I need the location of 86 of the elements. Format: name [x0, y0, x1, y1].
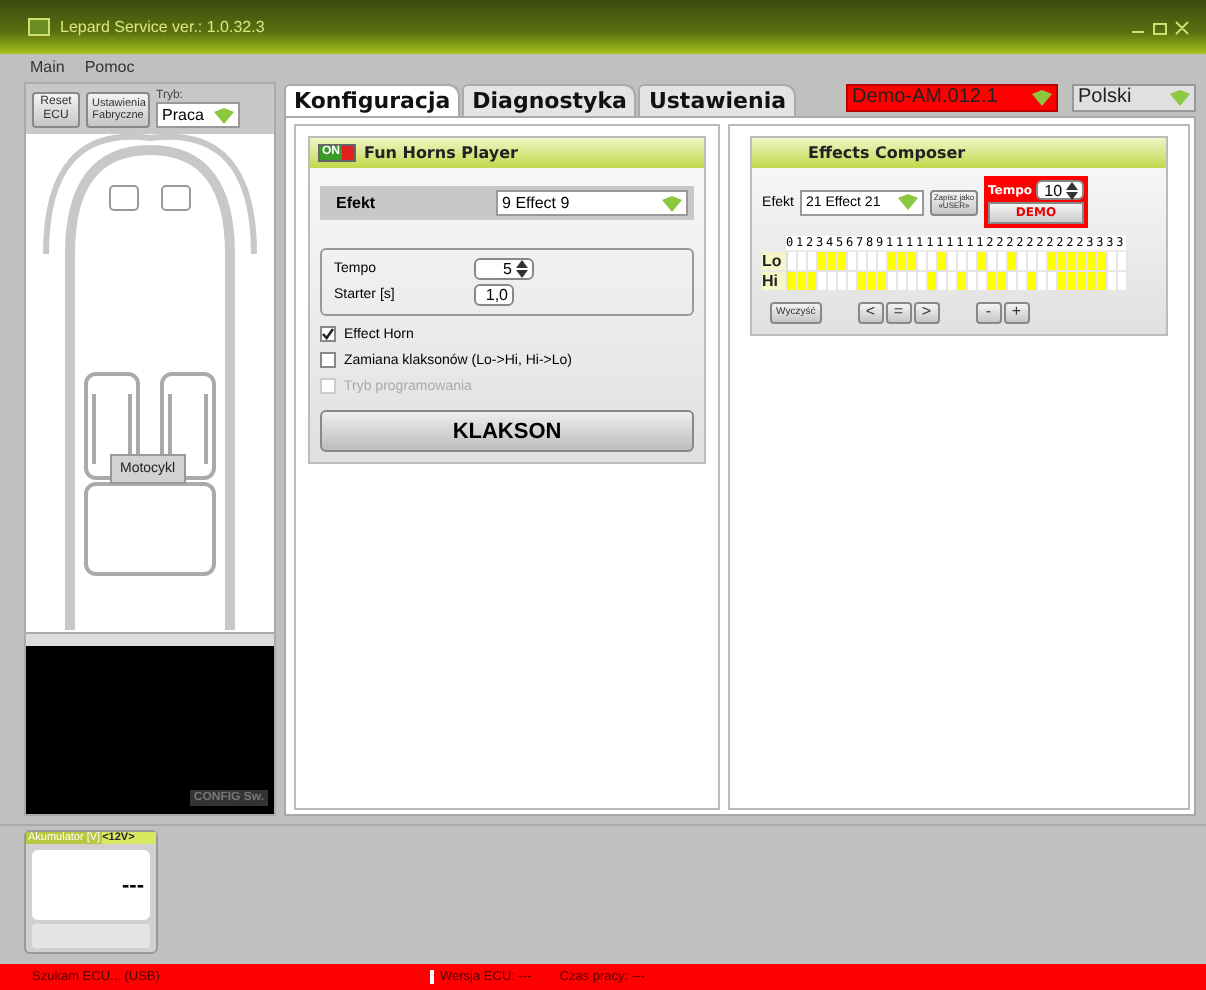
tempo-spinner[interactable]: 10: [1036, 180, 1085, 200]
step-cell[interactable]: [1088, 270, 1099, 290]
step-cell[interactable]: [1078, 252, 1089, 270]
step-button[interactable]: <: [857, 302, 884, 324]
step-cell[interactable]: [838, 270, 849, 290]
menu-item[interactable]: Pomoc: [84, 58, 135, 78]
step-cell[interactable]: [1058, 252, 1069, 270]
step-cell[interactable]: [1048, 252, 1059, 270]
battery-value: ---: [122, 873, 144, 897]
step-cell[interactable]: [978, 270, 989, 290]
panel-title: Fun Horns Player: [364, 144, 518, 162]
spinner-arrows-icon: [516, 260, 528, 278]
tab[interactable]: Diagnostyka: [462, 84, 637, 116]
step-cell[interactable]: [1028, 270, 1039, 290]
step-cell[interactable]: [818, 270, 829, 290]
step-cell[interactable]: [938, 252, 949, 270]
step-cell[interactable]: [888, 270, 899, 290]
dropdown-caret-icon: [1170, 89, 1190, 105]
step-button[interactable]: -: [975, 302, 1002, 324]
step-cell[interactable]: [878, 270, 889, 290]
step-cell[interactable]: [1098, 270, 1109, 290]
menu-item[interactable]: Main: [30, 58, 65, 78]
step-cell[interactable]: [1068, 252, 1079, 270]
step-cell[interactable]: [948, 270, 959, 290]
tab[interactable]: Ustawienia: [638, 84, 797, 116]
step-cell[interactable]: [788, 270, 799, 290]
step-cell[interactable]: [1068, 270, 1079, 290]
effect-label: Efekt: [336, 194, 376, 212]
step-cell[interactable]: [1058, 270, 1069, 290]
step-cell[interactable]: [1078, 270, 1089, 290]
window-controls-icon: [1130, 19, 1190, 35]
step-cell[interactable]: [898, 270, 909, 290]
step-cell[interactable]: [908, 270, 919, 290]
step-cell[interactable]: [998, 270, 1009, 290]
step-cell[interactable]: [1048, 270, 1059, 290]
checkbox[interactable]: [320, 352, 336, 368]
step-cell[interactable]: [988, 270, 999, 290]
effect-dropdown[interactable]: 9 Effect 9: [496, 190, 689, 216]
step-cell[interactable]: [1008, 270, 1019, 290]
dropdown-caret-icon: [214, 107, 234, 123]
device-dropdown[interactable]: Demo-AM.012.1: [846, 83, 1058, 111]
step-cell[interactable]: [1088, 252, 1099, 270]
step-cell[interactable]: [1098, 252, 1109, 270]
tab[interactable]: Konfiguracja: [284, 84, 461, 116]
step-cell[interactable]: [938, 270, 949, 290]
mode-dropdown[interactable]: Praca: [156, 102, 240, 128]
step-cell[interactable]: [818, 252, 829, 270]
step-button[interactable]: =: [885, 302, 912, 324]
step-cell[interactable]: [908, 252, 919, 270]
step-cell[interactable]: [958, 270, 969, 290]
step-cell[interactable]: [838, 252, 849, 270]
row-label: Hi: [762, 271, 787, 289]
horn-button[interactable]: KLAKSON: [320, 410, 695, 452]
tempo-spinner[interactable]: 5: [474, 258, 534, 280]
step-cell[interactable]: [978, 252, 989, 270]
dropdown-caret-icon: [1032, 89, 1052, 105]
panel-title: Effects Composer: [808, 144, 966, 162]
step-cell[interactable]: [848, 270, 859, 290]
language-dropdown[interactable]: Polski: [1072, 83, 1196, 111]
step-button[interactable]: +: [1003, 302, 1030, 324]
step-cell[interactable]: [888, 252, 899, 270]
spinner-arrows-icon: [1066, 181, 1079, 199]
step-cell[interactable]: [808, 270, 819, 290]
step-cell[interactable]: [968, 270, 979, 290]
app-icon: [28, 18, 50, 36]
dropdown-caret-icon: [662, 195, 683, 211]
step-cell[interactable]: [798, 270, 809, 290]
step-cell[interactable]: [868, 270, 879, 290]
step-cell[interactable]: [928, 270, 939, 290]
window-title: Lepard Service ver.: 1.0.32.3: [60, 18, 267, 36]
starter-field[interactable]: 1,0: [474, 284, 514, 306]
row-label: Lo: [762, 252, 787, 270]
step-button[interactable]: >: [913, 302, 940, 324]
step-cell[interactable]: [828, 252, 839, 270]
checkbox[interactable]: [320, 326, 336, 342]
step-cell[interactable]: [1008, 252, 1019, 270]
step-cell[interactable]: [1108, 270, 1119, 290]
step-cell[interactable]: [898, 252, 909, 270]
step-cell[interactable]: [1038, 270, 1049, 290]
step-cell[interactable]: [858, 270, 869, 290]
step-cell[interactable]: [828, 270, 839, 290]
dropdown-caret-icon: [897, 194, 918, 210]
battery-footer: [32, 924, 150, 948]
step-cell[interactable]: [1018, 270, 1029, 290]
step-cell[interactable]: [918, 270, 929, 290]
step-cell[interactable]: [1118, 270, 1129, 290]
